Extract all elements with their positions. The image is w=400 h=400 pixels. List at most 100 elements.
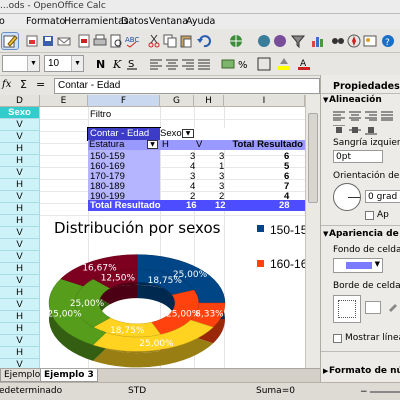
section-cell-appearance[interactable]: Apariencia de ce	[329, 229, 400, 239]
section-alignment[interactable]: Alineación	[329, 95, 382, 105]
column-d-cell[interactable]: H	[0, 203, 40, 215]
font-color-icon[interactable]: A	[296, 56, 312, 72]
column-d-cell[interactable]: H	[0, 311, 40, 323]
menu-window[interactable]: Ventana	[149, 16, 188, 27]
align-right-icon[interactable]	[365, 111, 377, 121]
column-d-cell[interactable]: V	[0, 335, 40, 347]
menu-file[interactable]: o	[0, 16, 5, 27]
column-d-cell[interactable]: H	[0, 143, 40, 155]
orientation-dial[interactable]	[333, 183, 361, 211]
pdf-icon[interactable]	[76, 33, 92, 49]
column-header-g[interactable]: G	[160, 95, 194, 107]
section-collapse-icon[interactable]: ▼	[323, 96, 328, 104]
underline-icon[interactable]: S	[124, 56, 140, 72]
column-header-e[interactable]: E	[40, 95, 88, 107]
chart-icon[interactable]	[310, 33, 326, 49]
pivot-col-dropdown-icon[interactable]: ▼	[182, 129, 194, 138]
bg-color-dropdown[interactable]: ▼	[333, 258, 383, 273]
column-d-cell[interactable]: V	[0, 299, 40, 311]
column-header-f[interactable]: F	[88, 95, 160, 107]
gallery-icon[interactable]	[362, 33, 378, 49]
border-style[interactable]	[365, 301, 381, 314]
align-right-icon[interactable]	[180, 56, 196, 72]
status-sum[interactable]: Suma=0	[256, 386, 295, 396]
show-grid-checkbox[interactable]	[333, 334, 342, 343]
column-header-h[interactable]: H	[194, 95, 224, 107]
navigator-icon[interactable]	[346, 33, 362, 49]
column-header-i[interactable]: I	[224, 95, 305, 107]
column-d-cell[interactable]: V	[0, 251, 40, 263]
pivot-row-dropdown-icon[interactable]: ▼	[147, 140, 158, 149]
section-number-format[interactable]: Formato de núm	[329, 366, 400, 376]
status-std[interactable]: STD	[128, 386, 146, 396]
column-d-cell[interactable]: V	[0, 191, 40, 203]
column-d-cell[interactable]: H	[0, 215, 40, 227]
sheet-tab-active[interactable]: Ejemplo 3	[40, 369, 98, 382]
find-icon[interactable]	[330, 33, 346, 49]
column-d-cell[interactable]: V	[0, 275, 40, 287]
equals-icon[interactable]: =	[36, 78, 45, 91]
align-center-icon[interactable]	[164, 56, 180, 72]
column-d-header-cell[interactable]: Sexo	[0, 107, 40, 119]
zoom-out-icon[interactable]: −	[360, 387, 368, 397]
pivot-total-label[interactable]: Total Resultado	[90, 200, 161, 211]
menu-data[interactable]: Datos	[121, 16, 149, 27]
formula-input[interactable]: Contar - Edad	[54, 78, 320, 94]
hyperlink-icon[interactable]	[228, 33, 244, 49]
chart-object[interactable]: Distribución por sexos 18,75% 25,00% 18,75…	[42, 215, 314, 368]
column-d-cell[interactable]: H	[0, 155, 40, 167]
angle-field[interactable]: 0 grad	[365, 190, 400, 203]
border-preset[interactable]	[333, 295, 361, 323]
font-name-combo[interactable]: ▼	[2, 55, 40, 72]
menu-tools[interactable]: Herramientas	[64, 16, 129, 27]
spreadsheet-grid[interactable]: D E F G H I Sexo V V H H V H V H H V V V…	[0, 95, 320, 368]
undo-icon[interactable]	[196, 33, 212, 49]
zoom-slider[interactable]	[370, 391, 400, 393]
chevron-down-icon[interactable]: ▼	[27, 56, 39, 71]
pivot-grand-total[interactable]: 28	[279, 200, 290, 211]
page-preview-icon[interactable]	[108, 33, 124, 49]
vertical-scrollbar[interactable]	[305, 95, 320, 368]
menu-help[interactable]: Ayuda	[186, 16, 215, 27]
bold-icon[interactable]: N	[92, 56, 108, 72]
section-expand-icon[interactable]: ▶	[323, 367, 328, 375]
column-d-cell[interactable]: V	[0, 359, 40, 368]
justify-icon[interactable]	[381, 111, 393, 121]
scroll-thumb[interactable]	[308, 113, 318, 203]
column-d-cell[interactable]: H	[0, 287, 40, 299]
sort-asc-icon[interactable]	[256, 33, 272, 49]
align-middle-icon[interactable]	[349, 125, 361, 135]
print-icon[interactable]	[92, 33, 108, 49]
pivot-total-v[interactable]: 12	[215, 200, 226, 211]
column-d-cell[interactable]: H	[0, 347, 40, 359]
align-bottom-icon[interactable]	[365, 125, 377, 135]
stack-checkbox[interactable]	[365, 211, 374, 220]
align-left-icon[interactable]	[333, 111, 345, 121]
help-icon[interactable]: ?	[380, 33, 396, 49]
menu-format[interactable]: Formato	[26, 16, 65, 27]
sort-desc-icon[interactable]	[272, 33, 288, 49]
column-header-d[interactable]: D	[0, 95, 40, 107]
align-center-icon[interactable]	[349, 111, 361, 121]
email-icon[interactable]	[56, 33, 72, 49]
font-size-combo[interactable]: 10 ▼	[44, 55, 84, 72]
section-collapse-icon[interactable]: ▼	[323, 230, 328, 238]
percent-icon[interactable]: %	[236, 56, 252, 72]
column-d-cell[interactable]: V	[0, 239, 40, 251]
justify-icon[interactable]	[196, 56, 212, 72]
column-d-cell[interactable]: H	[0, 323, 40, 335]
border-icon[interactable]	[256, 56, 272, 72]
bg-color-icon[interactable]	[276, 56, 292, 72]
paste-icon[interactable]	[178, 33, 194, 49]
pivot-total-h[interactable]: 16	[186, 200, 197, 211]
column-d-cell[interactable]: V	[0, 131, 40, 143]
sum-icon[interactable]: Σ	[20, 78, 27, 91]
column-d-cell[interactable]: H	[0, 179, 40, 191]
column-d-cell[interactable]: V	[0, 119, 40, 131]
open-icon[interactable]	[24, 33, 40, 49]
column-d-cell[interactable]: V	[0, 227, 40, 239]
chevron-down-icon[interactable]: ▼	[375, 260, 380, 268]
indent-field[interactable]: 0pt	[333, 150, 383, 163]
column-d-cell[interactable]: H	[0, 263, 40, 275]
pivot-filter-label[interactable]: Filtro	[90, 109, 111, 120]
